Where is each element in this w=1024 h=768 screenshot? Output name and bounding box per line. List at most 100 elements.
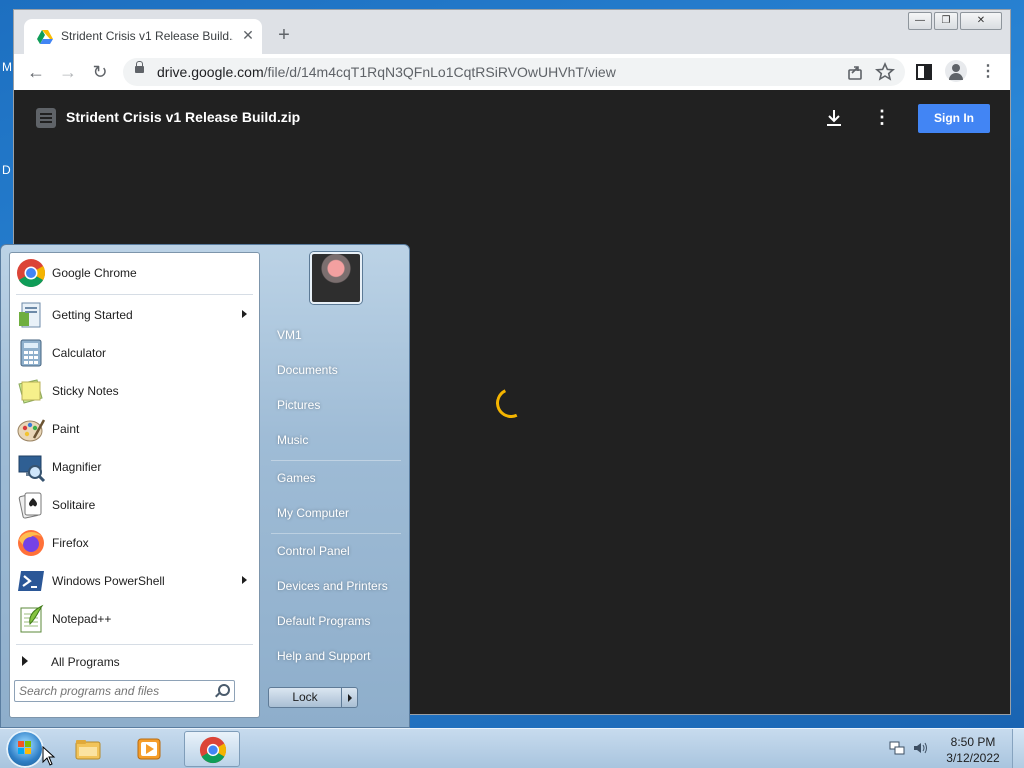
url-path: /file/d/14m4cqT1RqN3QFnLo1CqtRSiRVOwUHVh… [263,64,616,80]
arrow-right-icon [22,656,28,666]
system-clock[interactable]: 8:50 PM 3/12/2022 [938,734,1008,766]
address-bar[interactable]: drive.google.com/file/d/14m4cqT1RqN3QFnL… [123,58,905,86]
all-programs-button[interactable]: All Programs [18,650,253,674]
tab-close-icon[interactable]: ✕ [238,25,258,45]
back-button[interactable]: ← [24,60,48,84]
new-tab-button[interactable]: + [272,24,296,48]
link-help-and-support[interactable]: Help and Support [267,642,403,670]
program-solitaire[interactable]: Solitaire [12,487,257,523]
taskbar-chrome[interactable] [184,731,240,767]
taskbar-media-player[interactable] [121,731,177,767]
lock-button[interactable]: Lock [268,687,342,708]
taskbar-explorer[interactable] [60,731,116,767]
all-programs-label: All Programs [51,655,120,669]
magnifier-icon [18,455,46,482]
program-google-chrome[interactable]: Google Chrome [12,255,257,291]
loading-spinner-icon [491,383,531,423]
link-label: Music [277,433,309,447]
tab-strip: Strident Crisis v1 Release Build.zip ✕ +… [14,10,1010,54]
link-games[interactable]: Games [267,464,403,492]
separator [271,533,401,534]
link-label: Pictures [277,398,321,412]
reload-button[interactable]: ↻ [88,60,112,84]
link-label: Documents [277,363,338,377]
download-icon[interactable] [822,106,846,130]
submenu-arrow-icon[interactable] [242,310,247,318]
clock-time: 8:50 PM [950,735,996,749]
start-search-box[interactable] [14,680,235,702]
submenu-arrow-icon[interactable] [242,576,247,584]
tab-title: Strident Crisis v1 Release Build.zip [61,29,233,43]
link-label: My Computer [277,506,350,520]
link-pictures[interactable]: Pictures [267,391,403,419]
restore-button[interactable]: ❐ [934,12,958,30]
profile-icon[interactable] [945,60,967,82]
calculator-icon [20,339,42,367]
chrome-icon [199,736,227,764]
link-music[interactable]: Music [267,426,403,454]
program-calculator[interactable]: Calculator [12,335,257,371]
side-panel-icon[interactable] [912,60,936,84]
link-documents[interactable]: Documents [267,356,403,384]
viewer-header: Strident Crisis v1 Release Build.zip ⋮ S… [14,90,1010,146]
programs-pane: Google Chrome Getting Started Calculator [9,252,260,718]
getting-started-icon [19,302,41,328]
separator [16,644,253,645]
google-drive-icon [37,30,53,44]
browser-tab[interactable]: Strident Crisis v1 Release Build.zip ✕ [24,19,262,54]
program-magnifier[interactable]: Magnifier [12,449,257,485]
network-icon[interactable] [889,741,905,755]
sign-in-button[interactable]: Sign In [918,104,990,133]
link-vm1[interactable]: VM1 [267,321,403,349]
powershell-icon [18,571,44,591]
program-paint[interactable]: Paint [12,411,257,447]
more-options-icon[interactable]: ⋮ [870,106,894,130]
chrome-icon [17,259,45,287]
search-icon[interactable] [218,684,230,696]
file-name: Strident Crisis v1 Release Build.zip [66,109,301,125]
close-button[interactable]: ✕ [960,12,1002,30]
share-icon[interactable] [845,62,865,82]
desktop-icon-label[interactable]: M [2,60,12,74]
link-default-programs[interactable]: Default Programs [267,607,403,635]
firefox-icon [18,530,44,556]
lock-icon[interactable] [135,61,144,73]
link-devices-and-printers[interactable]: Devices and Printers [267,572,403,600]
program-label: Sticky Notes [52,384,119,398]
link-control-panel[interactable]: Control Panel [267,537,403,565]
volume-icon[interactable] [913,741,929,755]
search-input[interactable] [19,683,209,699]
program-label: Magnifier [52,460,102,474]
program-sticky-notes[interactable]: Sticky Notes [12,373,257,409]
link-label: Games [277,471,316,485]
browser-toolbar: ← → ↻ drive.google.com/file/d/14m4cqT1Rq… [14,54,1010,90]
program-label: Solitaire [52,498,96,512]
show-desktop-button[interactable] [1012,729,1024,768]
forward-button[interactable]: → [56,60,80,84]
start-menu: Google Chrome Getting Started Calculator [0,244,410,728]
star-icon[interactable] [875,62,895,82]
link-label: Help and Support [277,649,371,663]
shutdown-options-icon[interactable] [341,687,358,708]
link-my-computer[interactable]: My Computer [267,499,403,527]
notepadpp-icon [20,604,44,633]
link-label: Control Panel [277,544,350,558]
link-label: VM1 [277,328,302,342]
solitaire-icon [18,492,42,519]
sticky-notes-icon [18,379,43,404]
user-avatar[interactable] [310,252,362,304]
clock-date: 3/12/2022 [946,751,1000,765]
program-getting-started[interactable]: Getting Started [12,297,257,333]
program-firefox[interactable]: Firefox [12,525,257,561]
start-button[interactable] [6,730,44,768]
menu-icon[interactable]: ⋮ [976,60,1000,84]
minimize-button[interactable]: — [908,12,932,30]
media-player-icon [137,738,161,760]
mouse-cursor-icon [42,746,56,766]
program-label: Calculator [52,346,107,360]
program-label: Windows PowerShell [52,574,165,588]
program-notepad-plus-plus[interactable]: Notepad++ [12,601,257,637]
program-windows-powershell[interactable]: Windows PowerShell [12,563,257,599]
desktop-icon-label[interactable]: D [2,163,11,177]
program-label: Notepad++ [52,612,112,626]
